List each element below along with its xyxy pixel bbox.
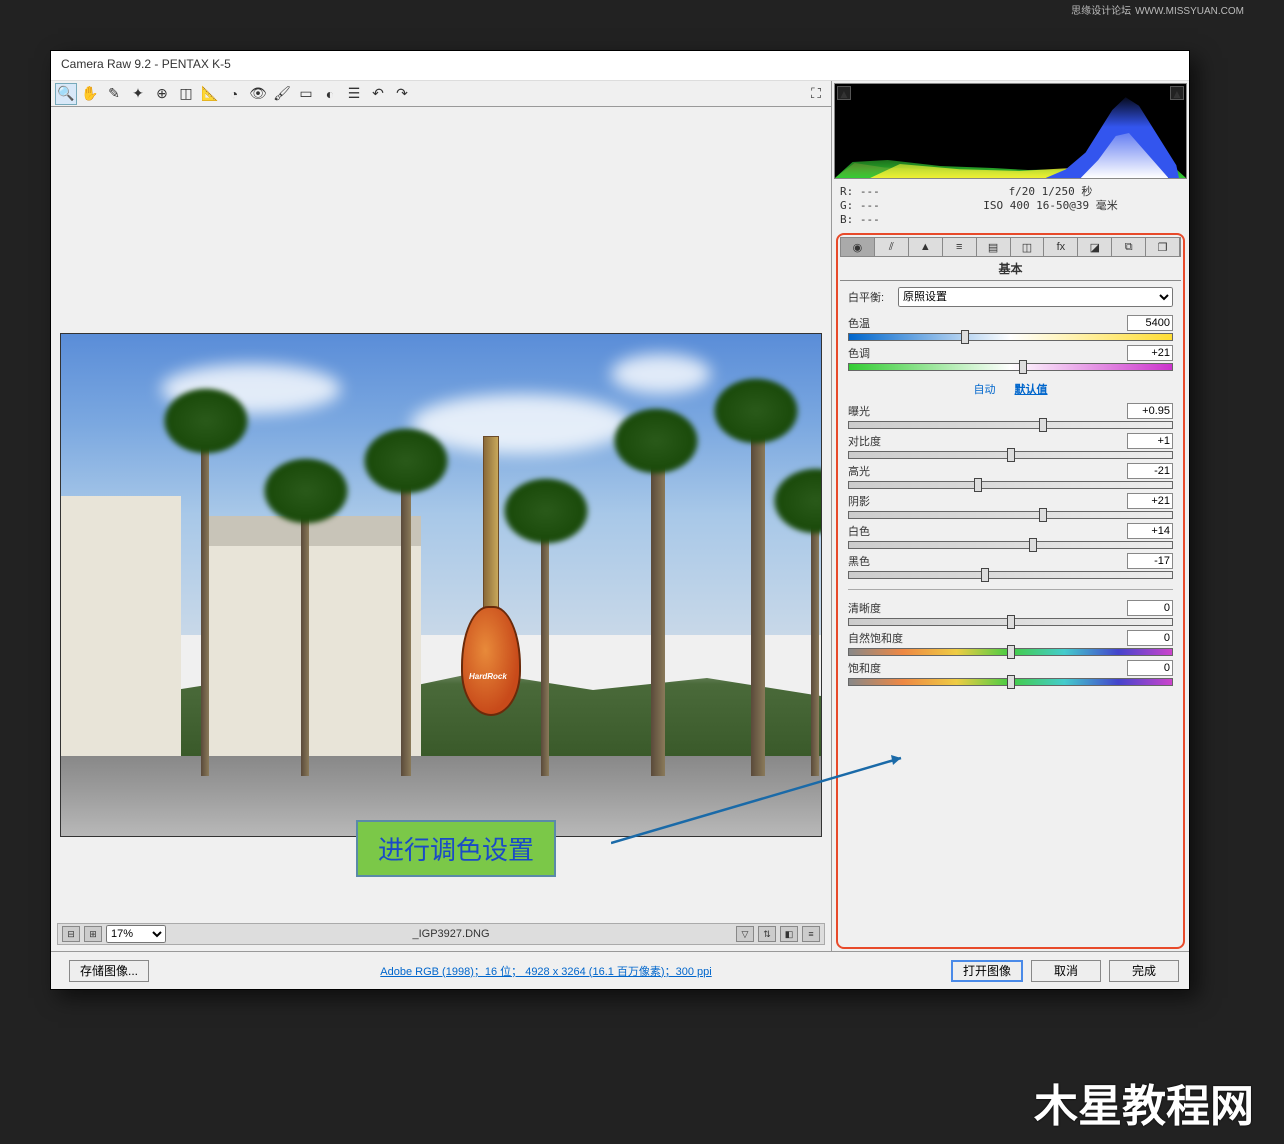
saturation-input[interactable] [1127, 660, 1173, 676]
rotate-cw-tool[interactable]: ↷ [391, 83, 413, 105]
title-bar: Camera Raw 9.2 - PENTAX K-5 [51, 51, 1189, 81]
tab-curve[interactable]: ⫽ [875, 238, 909, 256]
tab-fx[interactable]: fx [1044, 238, 1078, 256]
panel-title: 基本 [840, 257, 1181, 281]
wb-label: 白平衡: [848, 289, 898, 305]
adjustment-brush-tool[interactable]: 🖌 [271, 83, 293, 105]
spot-removal-tool[interactable]: ◔ [223, 83, 245, 105]
crop-tool[interactable]: ◫ [175, 83, 197, 105]
tab-presets[interactable]: ⧉ [1112, 238, 1146, 256]
temp-input[interactable] [1127, 315, 1173, 331]
image-viewer[interactable]: HardRock 进行调色设置 [51, 107, 831, 923]
filter-icon[interactable]: ▽ [736, 926, 754, 942]
histogram[interactable]: ▲ ▲ [834, 83, 1187, 179]
annotation-callout: 进行调色设置 [356, 820, 556, 877]
tint-slider[interactable]: 色调 [848, 345, 1173, 371]
cancel-button[interactable]: 取消 [1031, 960, 1101, 982]
highlights-input[interactable] [1127, 463, 1173, 479]
save-image-button[interactable]: 存储图像... [69, 960, 149, 982]
straighten-tool[interactable]: 📐 [199, 83, 221, 105]
done-button[interactable]: 完成 [1109, 960, 1179, 982]
tint-input[interactable] [1127, 345, 1173, 361]
shadow-clip-icon[interactable]: ▲ [837, 86, 851, 100]
radial-filter-tool[interactable]: ◐ [319, 83, 341, 105]
blacks-slider[interactable]: 黑色 [848, 553, 1173, 579]
auto-link[interactable]: 自动 [973, 384, 995, 396]
rotate-ccw-tool[interactable]: ↶ [367, 83, 389, 105]
zoom-out-icon[interactable]: ⊟ [62, 926, 80, 942]
tab-hsl[interactable]: ≡ [943, 238, 977, 256]
whites-slider[interactable]: 白色 [848, 523, 1173, 549]
graduated-filter-tool[interactable]: ▭ [295, 83, 317, 105]
color-sampler-tool[interactable]: ✦ [127, 83, 149, 105]
eyedropper-tool[interactable]: ✎ [103, 83, 125, 105]
window-title: Camera Raw 9.2 - PENTAX K-5 [61, 57, 231, 71]
contrast-input[interactable] [1127, 433, 1173, 449]
white-balance-select[interactable]: 原照设置 [898, 287, 1173, 307]
tab-lens[interactable]: ◫ [1011, 238, 1045, 256]
filename-label: _IGP3927.DNG [170, 928, 732, 940]
vibrance-slider[interactable]: 自然饱和度 [848, 630, 1173, 656]
select-icon[interactable]: ◧ [780, 926, 798, 942]
prefs-tool[interactable]: ☰ [343, 83, 365, 105]
shadows-input[interactable] [1127, 493, 1173, 509]
clarity-input[interactable] [1127, 600, 1173, 616]
camera-raw-window: Camera Raw 9.2 - PENTAX K-5 🔍 ✋ ✎ ✦ ⊕ ◫ … [50, 50, 1190, 990]
targeted-adjust-tool[interactable]: ⊕ [151, 83, 173, 105]
exposure-slider[interactable]: 曝光 [848, 403, 1173, 429]
hand-tool[interactable]: ✋ [79, 83, 101, 105]
watermark-top: 思缘设计论坛WWW.MISSYUAN.COM [1067, 2, 1244, 17]
highlights-slider[interactable]: 高光 [848, 463, 1173, 489]
workflow-options-link[interactable]: Adobe RGB (1998)；16 位； 4928 x 3264 (16.1… [380, 966, 711, 978]
redeye-tool[interactable]: 👁 [247, 83, 269, 105]
vibrance-input[interactable] [1127, 630, 1173, 646]
temp-slider[interactable]: 色温 [848, 315, 1173, 341]
open-image-button[interactable]: 打开图像 [951, 960, 1023, 982]
watermark-bottom: 木星教程网 [1034, 1070, 1254, 1134]
toolbar: 🔍 ✋ ✎ ✦ ⊕ ◫ 📐 ◔ 👁 🖌 ▭ ◐ ☰ ↶ ↷ ⛶ [51, 81, 831, 107]
menu-icon[interactable]: ≡ [802, 926, 820, 942]
basic-panel-highlighted: ◉ ⫽ ▲ ≡ ▤ ◫ fx ◪ ⧉ ❐ 基本 白平衡: [836, 233, 1185, 949]
bottom-bar: 存储图像... Adobe RGB (1998)；16 位； 4928 x 32… [51, 951, 1189, 989]
clarity-slider[interactable]: 清晰度 [848, 600, 1173, 626]
saturation-slider[interactable]: 饱和度 [848, 660, 1173, 686]
meta-info: R: --- G: --- B: --- f/20 1/250 秒 ISO 40… [832, 181, 1189, 231]
highlight-clip-icon[interactable]: ▲ [1170, 86, 1184, 100]
blacks-input[interactable] [1127, 553, 1173, 569]
tab-camera[interactable]: ◪ [1078, 238, 1112, 256]
zoom-in-icon[interactable]: ⊞ [84, 926, 102, 942]
tab-snapshots[interactable]: ❐ [1146, 238, 1180, 256]
zoom-tool[interactable]: 🔍 [55, 83, 77, 105]
panel-tabs: ◉ ⫽ ▲ ≡ ▤ ◫ fx ◪ ⧉ ❐ [840, 237, 1181, 257]
rating-icon[interactable]: ⇅ [758, 926, 776, 942]
exposure-input[interactable] [1127, 403, 1173, 419]
tab-detail[interactable]: ▲ [909, 238, 943, 256]
fullscreen-toggle[interactable]: ⛶ [805, 83, 827, 105]
preview-image: HardRock [60, 333, 822, 837]
default-link[interactable]: 默认值 [1015, 384, 1048, 396]
tab-split[interactable]: ▤ [977, 238, 1011, 256]
zoom-select[interactable]: 17% [106, 925, 166, 943]
shadows-slider[interactable]: 阴影 [848, 493, 1173, 519]
contrast-slider[interactable]: 对比度 [848, 433, 1173, 459]
whites-input[interactable] [1127, 523, 1173, 539]
viewer-footer: ⊟ ⊞ 17% _IGP3927.DNG ▽ ⇅ ◧ ≡ [57, 923, 825, 945]
tab-basic[interactable]: ◉ [841, 238, 875, 256]
